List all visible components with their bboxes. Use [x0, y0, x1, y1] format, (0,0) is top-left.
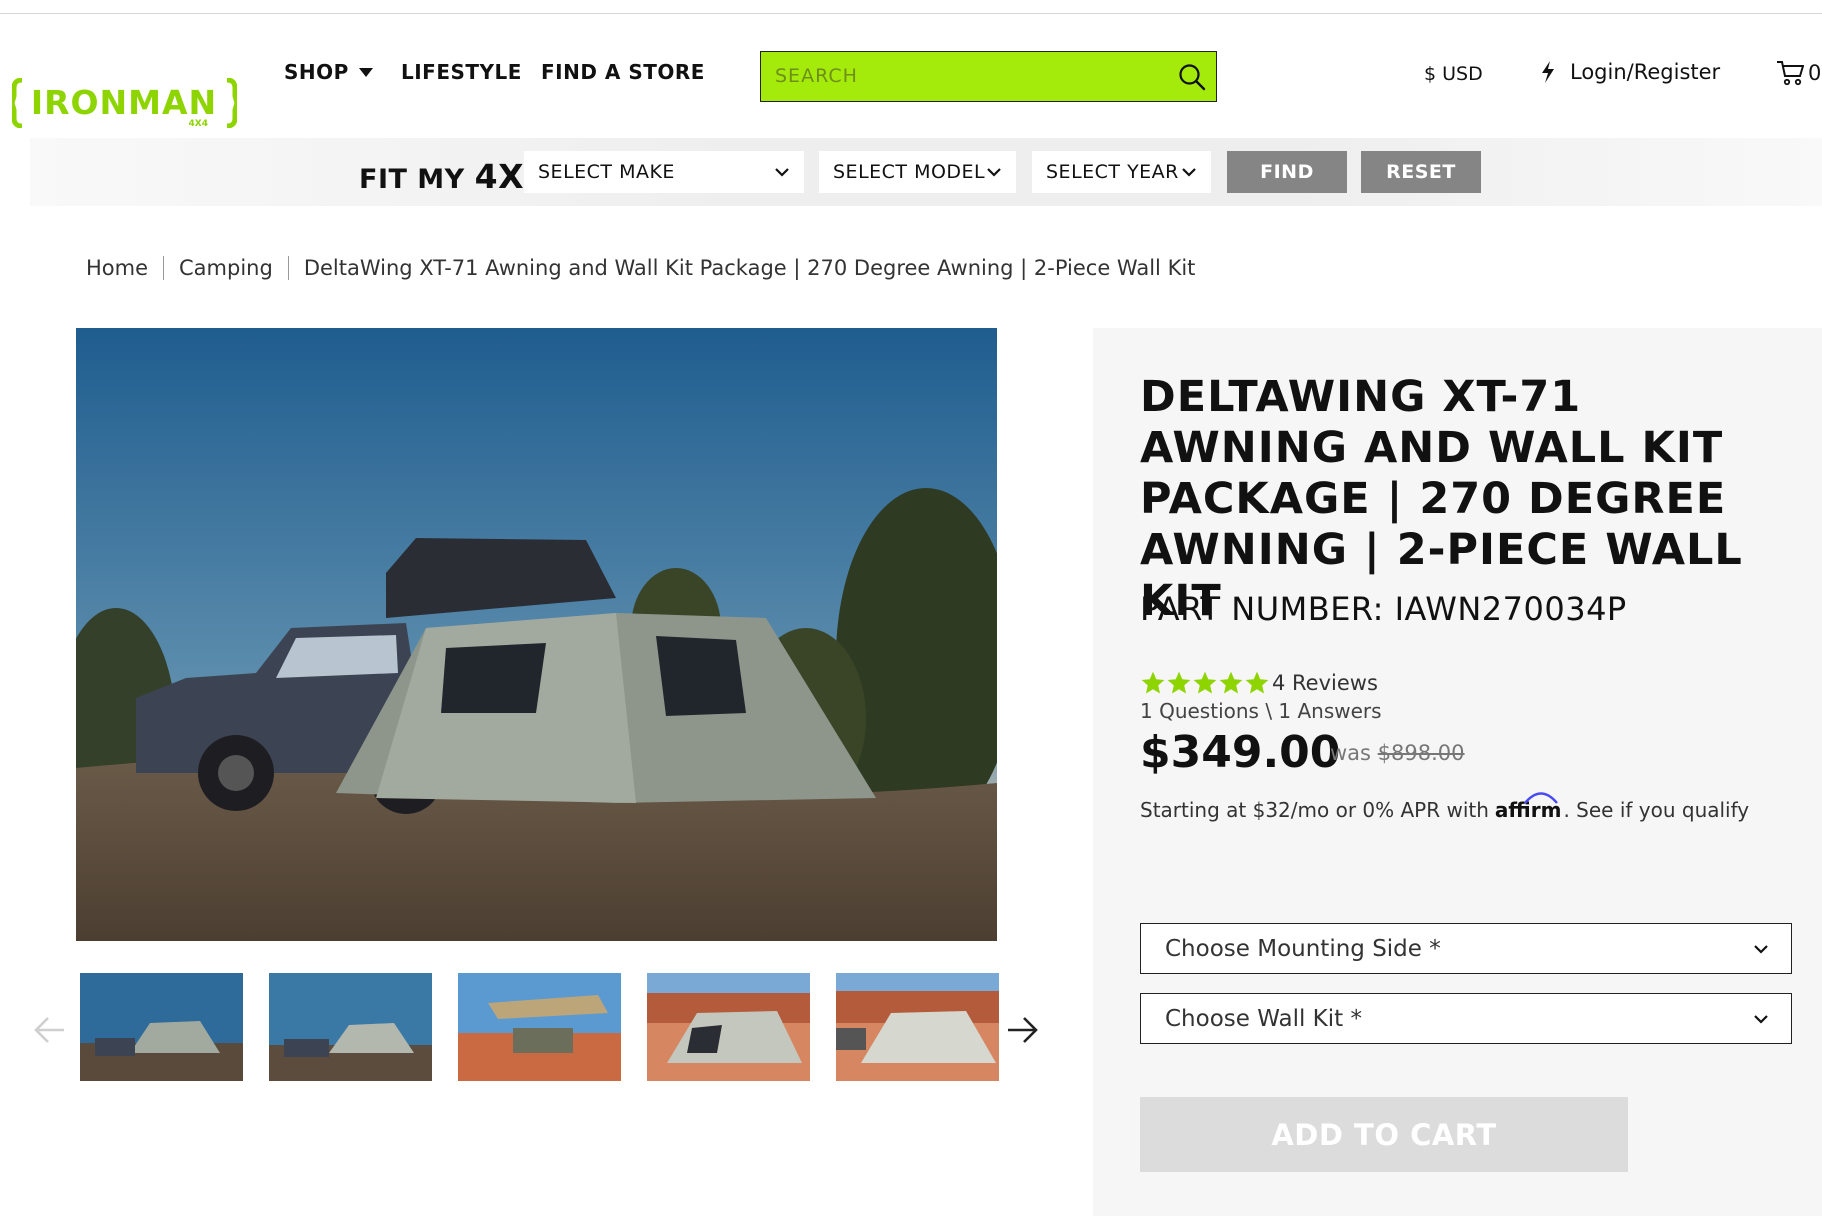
top-divider — [0, 13, 1822, 14]
breadcrumb-separator — [163, 256, 165, 280]
star-icon — [1193, 671, 1217, 694]
breadcrumb: Home Camping DeltaWing XT-71 Awning and … — [86, 256, 1195, 280]
affirm-qualify-link[interactable]: . See if you qualify — [1563, 798, 1749, 822]
login-register-link[interactable]: Login/Register — [1540, 60, 1720, 84]
arrow-left-icon[interactable] — [32, 1015, 66, 1045]
mounting-side-select[interactable]: Choose Mounting Side * — [1140, 923, 1792, 974]
product-price: $349.00 — [1140, 727, 1341, 778]
product-title: DELTAWING XT-71 AWNING AND WALL KIT PACK… — [1140, 372, 1743, 626]
was-price-value: $898.00 — [1377, 741, 1465, 765]
thumbnail-3[interactable] — [458, 973, 621, 1081]
star-icon — [1245, 671, 1269, 694]
nav-lifestyle-label: LIFESTYLE — [401, 60, 522, 84]
reset-button[interactable]: RESET — [1361, 151, 1481, 193]
chevron-down-icon — [1754, 944, 1768, 954]
breadcrumb-home[interactable]: Home — [86, 256, 148, 280]
search-input[interactable] — [775, 52, 1155, 100]
nav-shop[interactable]: SHOP — [284, 60, 373, 84]
find-button[interactable]: FIND — [1227, 151, 1347, 193]
affirm-text: Starting at $32/mo or 0% APR with — [1140, 798, 1489, 822]
ironman-logo[interactable]: IRONMAN 4X4 — [9, 77, 240, 129]
fit-my-4x4-title: FIT MY 4X4 — [359, 157, 548, 196]
affirm-arc-icon — [1524, 792, 1558, 804]
breadcrumb-camping[interactable]: Camping — [179, 256, 273, 280]
thumbnail-1[interactable] — [80, 973, 243, 1081]
currency-selector[interactable]: $ USD — [1424, 63, 1483, 85]
cart-button[interactable]: 0 — [1776, 60, 1821, 86]
select-year-label: SELECT YEAR — [1046, 161, 1179, 183]
star-icon — [1219, 671, 1243, 694]
logo-sub: 4X4 — [189, 119, 208, 128]
was-price: was $898.00 — [1330, 741, 1465, 765]
nav-lifestyle[interactable]: LIFESTYLE — [401, 60, 522, 84]
thumbnail-2[interactable] — [269, 973, 432, 1081]
logo-wordmark: IRONMAN — [31, 83, 217, 122]
nav-find-a-store-label: FIND A STORE — [541, 60, 705, 84]
affirm-financing: Starting at $32/mo or 0% APR with affirm… — [1140, 792, 1749, 822]
chevron-down-icon — [775, 168, 789, 177]
chevron-down-icon — [1754, 1014, 1768, 1024]
cart-icon — [1777, 61, 1804, 86]
rating-stars[interactable]: 4 Reviews — [1140, 670, 1378, 696]
was-label: was — [1330, 741, 1371, 765]
select-year-dropdown[interactable]: SELECT YEAR — [1032, 151, 1211, 193]
thumbnail-4[interactable] — [647, 973, 810, 1081]
star-icon — [1141, 671, 1165, 694]
add-to-cart-button[interactable]: ADD TO CART — [1140, 1097, 1628, 1172]
breadcrumb-current: DeltaWing XT-71 Awning and Wall Kit Pack… — [303, 256, 1196, 280]
search-bar — [760, 51, 1217, 102]
select-model-label: SELECT MODEL — [833, 161, 986, 183]
cart-count: 0 — [1808, 61, 1822, 85]
product-main-image[interactable] — [76, 328, 997, 941]
login-register-label: Login/Register — [1570, 60, 1721, 84]
lightning-icon — [1542, 61, 1554, 83]
star-icon — [1167, 671, 1191, 694]
fit-title-prefix: FIT MY — [359, 164, 475, 195]
nav-find-a-store[interactable]: FIND A STORE — [541, 60, 705, 84]
select-model-dropdown[interactable]: SELECT MODEL — [819, 151, 1016, 193]
mounting-side-label: Choose Mounting Side * — [1165, 935, 1441, 962]
thumbnail-strip — [80, 973, 999, 1081]
chevron-down-icon — [1182, 168, 1196, 177]
caret-down-icon — [358, 67, 373, 77]
affirm-logo: affirm — [1495, 792, 1561, 822]
search-icon[interactable] — [1178, 63, 1206, 91]
reviews-link[interactable]: 4 Reviews — [1272, 671, 1378, 695]
wall-kit-label: Choose Wall Kit * — [1165, 1005, 1362, 1032]
questions-answers-link[interactable]: 1 Questions \ 1 Answers — [1140, 699, 1382, 723]
arrow-right-icon[interactable] — [1006, 1015, 1040, 1045]
nav-shop-label: SHOP — [284, 60, 349, 84]
part-number: PART NUMBER: IAWN270034P — [1140, 590, 1627, 628]
thumbnail-5[interactable] — [836, 973, 999, 1081]
select-make-label: SELECT MAKE — [538, 161, 675, 183]
breadcrumb-separator — [287, 256, 289, 280]
select-make-dropdown[interactable]: SELECT MAKE — [524, 151, 804, 193]
wall-kit-select[interactable]: Choose Wall Kit * — [1140, 993, 1792, 1044]
chevron-down-icon — [987, 168, 1001, 177]
